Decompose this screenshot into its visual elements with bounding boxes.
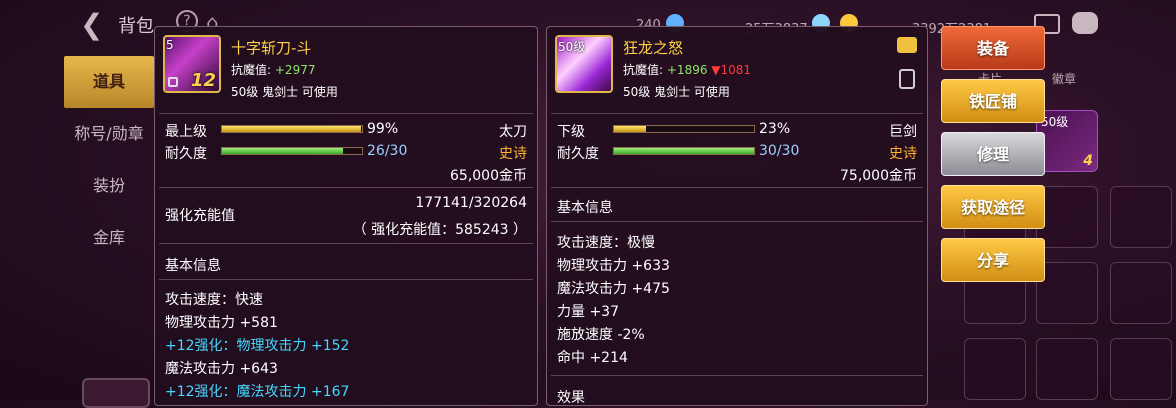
- inventory-slot[interactable]: [1036, 338, 1098, 400]
- inventory-slot[interactable]: [1036, 186, 1098, 248]
- repair-button[interactable]: 修理: [941, 132, 1045, 176]
- inventory-slot[interactable]: [1110, 186, 1172, 248]
- durability-bar-fill: [222, 148, 344, 154]
- item-tooltip-equipped: 5 12 十字斩刀-斗 抗魔值: +2977 50级 鬼剑士 可使用 最上级 9…: [154, 26, 538, 406]
- slot-level-tag: 50级: [1041, 115, 1069, 129]
- item-tooltip-compare: 50级 狂龙之怒 抗魔值: +1896 ▼1081 50级 鬼剑士 可使用 下级…: [546, 26, 928, 406]
- blacksmith-button[interactable]: 铁匠铺: [941, 79, 1045, 123]
- page-title: 背包: [118, 16, 154, 37]
- stat-line: 物理攻击力 +633: [557, 258, 670, 274]
- divider: [159, 279, 533, 280]
- share-icon[interactable]: [897, 37, 917, 53]
- stat-line: 攻击速度：极慢: [557, 235, 655, 251]
- lock-icon[interactable]: [899, 69, 915, 89]
- grade-bar: [221, 125, 363, 133]
- rarity-label: 史诗: [499, 146, 527, 162]
- resist-diff: ▼1081: [711, 63, 752, 77]
- stat-line-enhance: +12强化：魔法攻击力 +167: [165, 384, 350, 400]
- resist-value-row: 抗魔值: +2977: [231, 61, 315, 78]
- inventory-slot[interactable]: [1110, 338, 1172, 400]
- item-name: 十字斩刀-斗: [231, 39, 312, 57]
- tab-titles-medals[interactable]: 称号/勋章: [64, 108, 154, 160]
- divider: [159, 187, 533, 188]
- inventory-slot-equipped[interactable]: 50级 4: [1036, 110, 1098, 172]
- stat-line: 魔法攻击力 +475: [557, 281, 670, 297]
- enhance-value: 177141/320264: [415, 195, 527, 211]
- tab-badges[interactable]: 徽章: [1052, 70, 1076, 87]
- item-name: 狂龙之怒: [623, 39, 684, 57]
- grade-bar-fill: [222, 126, 361, 132]
- back-arrow-icon[interactable]: ❮: [80, 8, 103, 41]
- durability-bar: [221, 147, 363, 155]
- grade-percent: 99%: [367, 121, 399, 137]
- inventory-slot[interactable]: [964, 338, 1026, 400]
- durability-value: 30/30: [759, 143, 800, 159]
- divider: [551, 187, 923, 188]
- left-tab-bar: 道具 称号/勋章 装扮 金库: [64, 56, 154, 264]
- divider: [551, 221, 923, 222]
- inventory-slot[interactable]: [82, 378, 150, 408]
- enhance-level-tag: 12: [190, 70, 216, 91]
- action-buttons: 装备 铁匠铺 修理 获取途径 分享: [941, 26, 1045, 291]
- grade-bar-fill: [614, 126, 647, 132]
- sword-icon: 5 12: [163, 35, 221, 93]
- stat-line-enhance: +12强化：物理攻击力 +152: [165, 338, 350, 354]
- divider: [159, 113, 533, 114]
- equip-button[interactable]: 装备: [941, 26, 1045, 70]
- basic-info-title: 基本信息: [557, 200, 613, 216]
- divider: [159, 243, 533, 244]
- weapon-type: 巨剑: [889, 124, 917, 140]
- grade-percent: 23%: [759, 121, 791, 137]
- effect-title: 效果: [557, 390, 585, 406]
- share-button[interactable]: 分享: [941, 238, 1045, 282]
- stat-line: 魔法攻击力 +643: [165, 361, 278, 377]
- item-price: 75,000金币: [840, 168, 917, 184]
- tab-costume[interactable]: 装扮: [64, 160, 154, 212]
- enhance-label: 强化充能值: [165, 208, 235, 224]
- durability-label: 耐久度: [165, 146, 207, 162]
- tab-items[interactable]: 道具: [64, 56, 154, 108]
- stat-line: 施放速度 -2%: [557, 327, 645, 343]
- durability-bar: [613, 147, 755, 155]
- greatsword-icon: 50级: [555, 35, 613, 93]
- inventory-slot[interactable]: [1036, 262, 1098, 324]
- grade-bar: [613, 125, 755, 133]
- rarity-label: 史诗: [889, 146, 917, 162]
- durability-label: 耐久度: [557, 146, 599, 162]
- enhance-total: （ 强化充能值：585243 ）: [352, 222, 527, 238]
- item-level-tag: 5: [166, 38, 174, 52]
- grade-label: 最上级: [165, 124, 207, 140]
- stat-line: 物理攻击力 +581: [165, 315, 278, 331]
- resist-label: 抗魔值:: [231, 63, 272, 77]
- slot-plus-tag: 4: [1083, 153, 1093, 169]
- stat-line: 命中 +214: [557, 350, 628, 366]
- durability-value: 26/30: [367, 143, 408, 159]
- item-requirement: 50级 鬼剑士 可使用: [231, 85, 338, 99]
- divider: [551, 375, 923, 376]
- obtain-source-button[interactable]: 获取途径: [941, 185, 1045, 229]
- item-level-tag: 50级: [558, 40, 586, 54]
- resist-value-row: 抗魔值: +1896 ▼1081: [623, 61, 751, 78]
- stat-line: 攻击速度：快速: [165, 292, 263, 308]
- divider: [551, 113, 923, 114]
- item-requirement: 50级 鬼剑士 可使用: [623, 85, 730, 99]
- basic-info-title: 基本信息: [165, 258, 221, 274]
- resist-label: 抗魔值:: [623, 63, 664, 77]
- resist-value: +1896: [666, 63, 708, 77]
- lock-icon: [168, 77, 178, 87]
- weapon-type: 太刀: [499, 124, 527, 140]
- durability-bar-fill: [614, 148, 754, 154]
- chat-icon[interactable]: [1072, 12, 1098, 34]
- tab-vault[interactable]: 金库: [64, 212, 154, 264]
- resist-value: +2977: [274, 63, 316, 77]
- stat-line: 力量 +37: [557, 304, 619, 320]
- inventory-slot[interactable]: [1110, 262, 1172, 324]
- item-price: 65,000金币: [450, 168, 527, 184]
- grade-label: 下级: [557, 124, 585, 140]
